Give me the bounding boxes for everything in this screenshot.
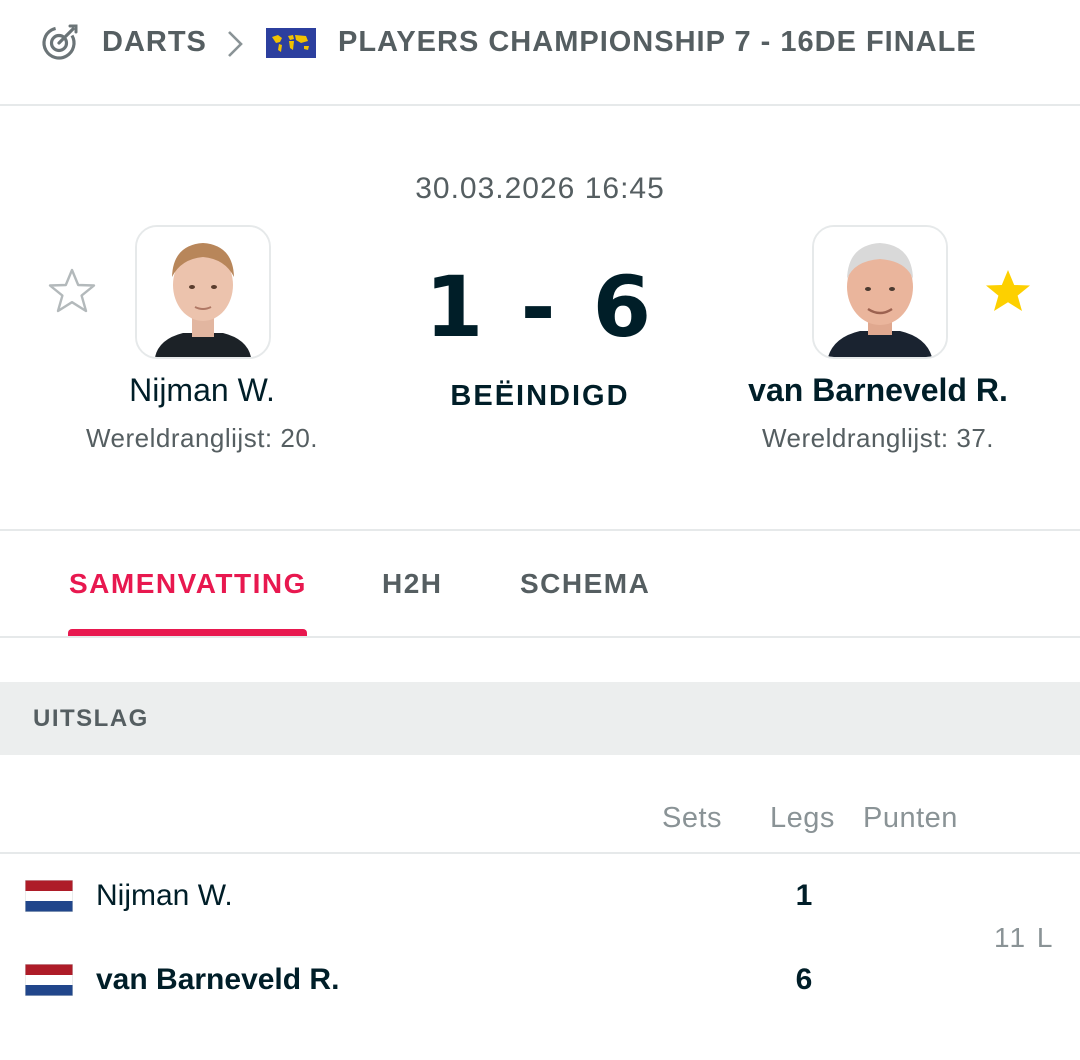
breadcrumb-sport[interactable]: DARTS	[102, 26, 207, 59]
result-row-away-name[interactable]: van Barneveld R.	[96, 963, 339, 997]
chevron-right-icon	[228, 31, 243, 57]
tab-h2h[interactable]: H2H	[382, 568, 443, 600]
column-header-legs: Legs	[770, 802, 835, 834]
tab-schema[interactable]: SCHEMA	[520, 568, 650, 600]
column-header-punten: Punten	[863, 802, 958, 834]
divider	[0, 636, 1080, 638]
home-player-rank: Wereldranglijst: 20.	[85, 423, 319, 453]
favorite-star-filled-icon[interactable]	[982, 266, 1034, 318]
home-player-name[interactable]: Nijman W.	[0, 372, 412, 409]
favorite-star-outline-icon[interactable]	[46, 266, 98, 318]
match-datetime: 30.03.2026 16:45	[415, 172, 665, 205]
points-note: 11 L	[994, 922, 1055, 953]
result-row-away-legs: 6	[795, 963, 813, 996]
divider	[0, 104, 1080, 106]
netherlands-flag-icon	[25, 880, 73, 912]
match-score: 1 - 6	[424, 258, 656, 356]
world-flag-icon	[266, 28, 316, 58]
section-title: UITSLAG	[33, 705, 149, 732]
away-player-photo[interactable]	[812, 225, 948, 359]
match-status: BEËINDIGD	[450, 380, 630, 412]
away-player-name[interactable]: van Barneveld R.	[668, 372, 1080, 409]
netherlands-flag-icon	[25, 964, 73, 996]
result-row-home-name[interactable]: Nijman W.	[96, 879, 233, 913]
away-player-rank: Wereldranglijst: 37.	[761, 423, 995, 453]
home-player-photo[interactable]	[135, 225, 271, 359]
breadcrumb-tournament[interactable]: PLAYERS CHAMPIONSHIP 7 - 16DE FINALE	[338, 26, 977, 59]
divider	[0, 529, 1080, 531]
section-header	[0, 682, 1080, 755]
column-header-sets: Sets	[662, 802, 723, 834]
divider	[0, 852, 1080, 854]
tab-samenvatting[interactable]: SAMENVATTING	[69, 568, 307, 600]
result-row-home-legs: 1	[795, 879, 813, 912]
darts-icon	[42, 24, 78, 60]
